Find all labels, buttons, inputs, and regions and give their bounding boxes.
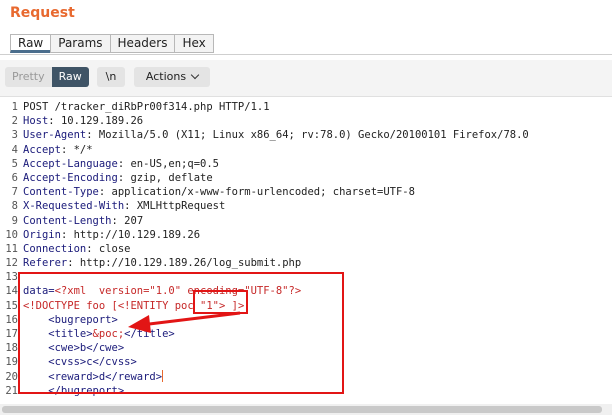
header-key: User-Agent [23, 129, 87, 142]
tab-headers[interactable]: Headers [109, 34, 175, 53]
tab-raw[interactable]: Raw [10, 34, 51, 53]
editor-line: 12 Referer: http://10.129.189.26/log_subm… [5, 257, 302, 270]
editor-line: 1 POST /tracker_diRbPr00f314.php HTTP/1.1 [11, 101, 270, 113]
header-key: Accept [23, 143, 61, 156]
editor-line: 3 User-Agent: Mozilla/5.0 (X11; Linux x86… [11, 129, 529, 142]
header-value: 10.129.189.26 [60, 115, 144, 128]
header-key: Host [23, 115, 49, 128]
header-value: gzip, deflate [130, 171, 213, 184]
entity-highlight [193, 290, 248, 314]
editor-line: 9 Content-Length: 207 [11, 214, 144, 227]
header-key: Referer [23, 257, 68, 270]
editor-line: 5 Accept-Language: en-US,en;q=0.5 [11, 157, 219, 170]
header-value: Mozilla/5.0 (X11; Linux x86_64; rv:78.0)… [98, 129, 529, 142]
editor-line: 2 Host: 10.129.189.26 [11, 115, 144, 128]
header-value: close [98, 242, 131, 255]
header-value: en-US,en;q=0.5 [130, 157, 219, 170]
view-mode-toggle: Pretty Raw [5, 67, 89, 87]
editor-line: 10 Origin: http://10.129.189.26 [5, 228, 201, 241]
header-key: Content-Type [23, 186, 99, 199]
header-value: 207 [124, 214, 144, 227]
header-key: Accept-Language [23, 157, 118, 170]
header-value: application/x-www-form-urlencoded; chars… [111, 186, 415, 199]
editor-line: 7 Content-Type: application/x-www-form-ur… [11, 186, 415, 199]
editor-toolbar: Pretty Raw \n Actions [0, 60, 612, 97]
editor-line: 8 X-Requested-With: XMLHttpRequest [11, 200, 226, 213]
editor-line: 4 Accept: */* [11, 143, 93, 156]
request-panel-title: Request [10, 5, 75, 21]
raw-button[interactable]: Raw [51, 67, 89, 87]
header-key: Content-Length [23, 214, 112, 227]
horizontal-scrollbar[interactable] [0, 404, 612, 415]
header-key: X-Requested-With [23, 200, 125, 213]
editor-line: 6 Accept-Encoding: gzip, deflate [11, 171, 213, 184]
xml-body-highlight [18, 272, 344, 394]
tab-divider [0, 54, 612, 55]
header-value: XMLHttpRequest [136, 200, 226, 213]
tab-params[interactable]: Params [50, 34, 110, 53]
tab-hex[interactable]: Hex [174, 34, 214, 53]
header-value: */* [73, 143, 93, 156]
editor-line: 11 Connection: close [5, 242, 131, 255]
header-value: http://10.129.189.26 [73, 228, 201, 241]
header-key: Accept-Encoding [23, 171, 118, 184]
request-line: POST /tracker_diRbPr00f314.php HTTP/1.1 [23, 101, 270, 113]
pretty-button[interactable]: Pretty [5, 67, 52, 87]
actions-button[interactable]: Actions [134, 67, 210, 87]
view-tabs: Raw Params Headers Hex [10, 34, 214, 53]
header-value: http://10.129.189.26/log_submit.php [79, 257, 302, 270]
show-newlines-button[interactable]: \n [97, 67, 125, 87]
actions-label: Actions [145, 70, 187, 83]
header-key: Connection [23, 242, 87, 255]
header-key: Origin [23, 228, 61, 241]
chevron-down-icon [190, 70, 200, 80]
scrollbar-thumb[interactable] [2, 406, 602, 413]
